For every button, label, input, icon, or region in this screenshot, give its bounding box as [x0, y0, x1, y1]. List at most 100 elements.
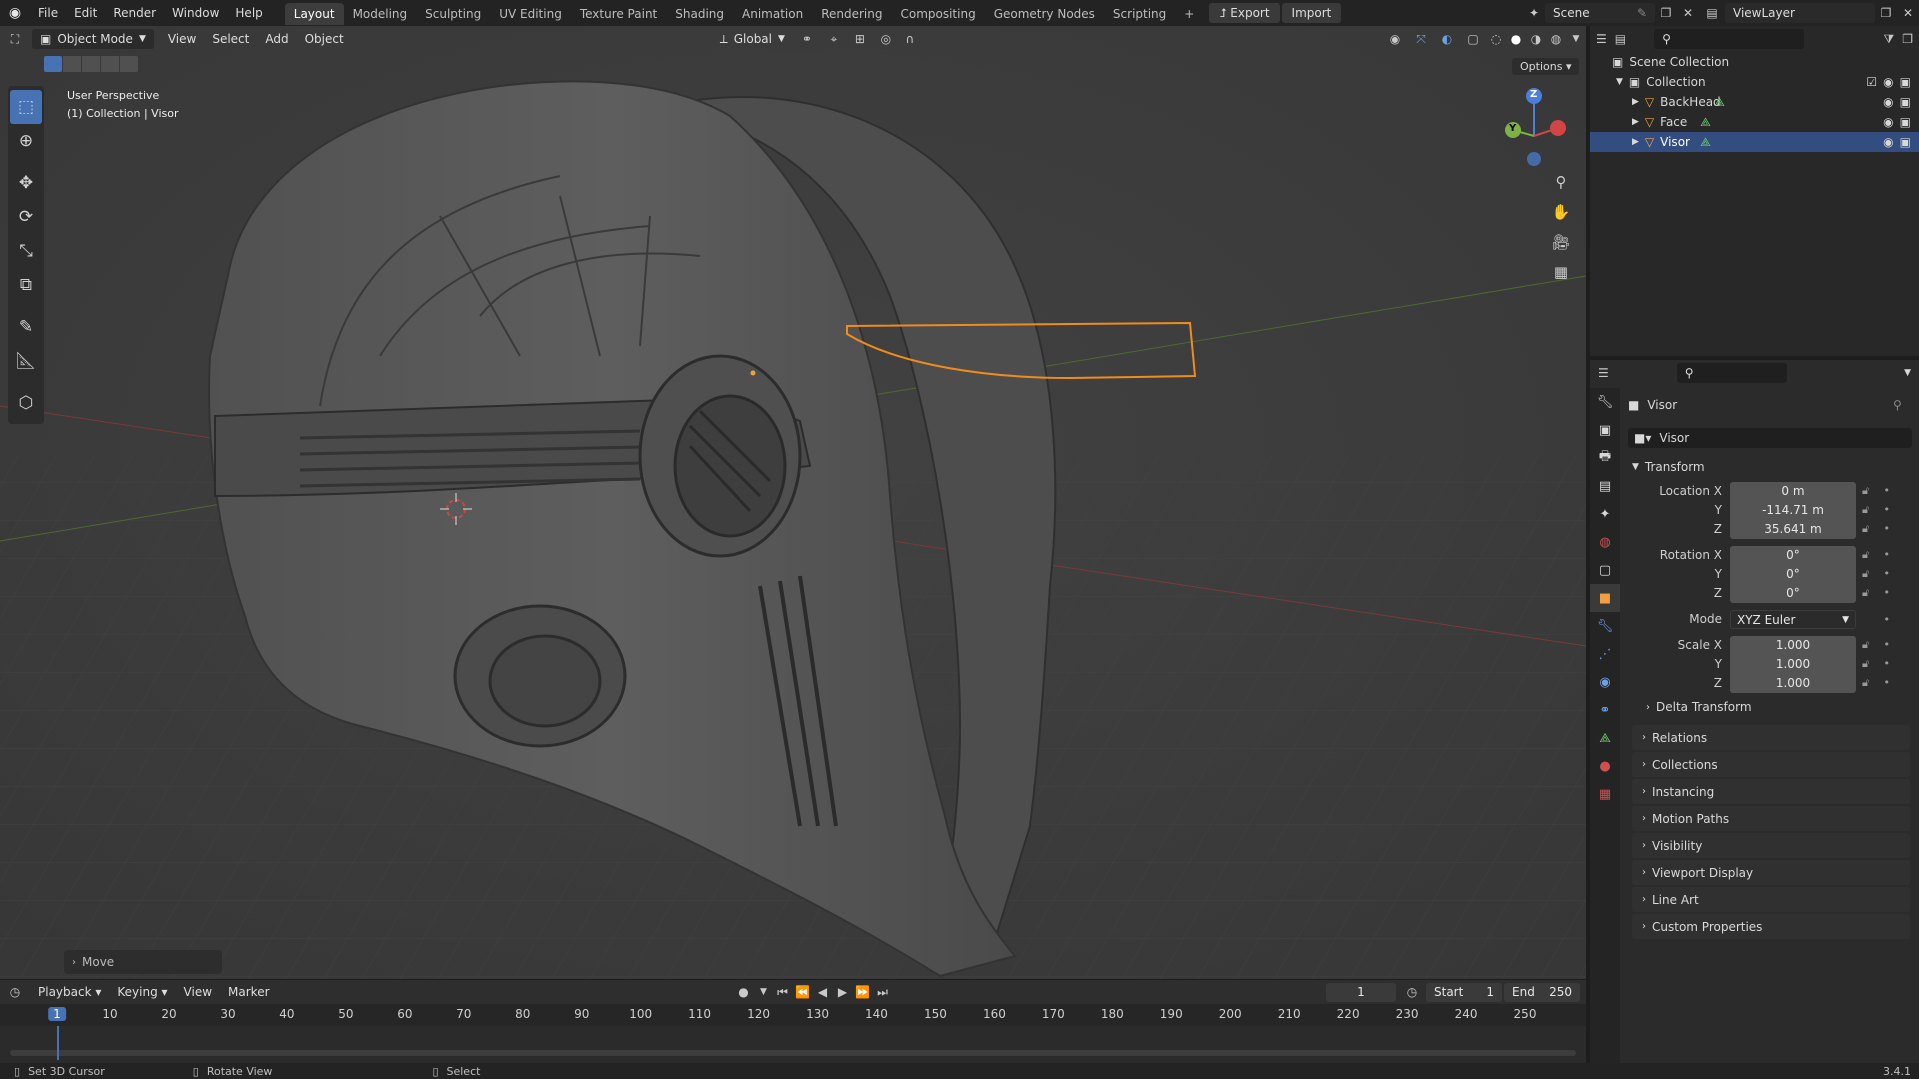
select-new-icon[interactable] [44, 56, 62, 72]
menu-file[interactable]: File [30, 0, 66, 26]
rotation-mode-dropdown[interactable]: XYZ Euler ▼ [1730, 609, 1856, 629]
pan-hand-icon[interactable]: ✋ [1548, 199, 1574, 225]
select-box-tool-icon[interactable]: ⬚ [10, 90, 42, 124]
menu-help[interactable]: Help [227, 0, 270, 26]
material-tab-icon[interactable]: ● [1590, 752, 1620, 780]
delta-transform-subpanel[interactable]: › Delta Transform [1646, 700, 1752, 714]
tab-modeling[interactable]: Modeling [344, 3, 417, 25]
eye-icon[interactable]: ◉ [1883, 115, 1893, 129]
camera-icon[interactable]: ▣ [1900, 115, 1911, 129]
view-layer-selector[interactable]: ViewLayer [1725, 3, 1875, 23]
current-frame-indicator[interactable]: 1 [48, 1007, 66, 1021]
chevron-right-icon[interactable]: ▶ [1632, 137, 1639, 147]
collections-panel[interactable]: › Collections [1632, 752, 1910, 777]
rotate-tool-icon[interactable]: ⟳ [8, 200, 44, 234]
prev-keyframe-icon[interactable]: ⏪ [793, 985, 813, 999]
start-frame-field[interactable]: Start 1 [1426, 982, 1502, 1002]
lock-icon[interactable]: 🔓︎ [1862, 586, 1869, 600]
camera-view-icon[interactable]: 🎥︎ [1548, 229, 1574, 255]
play-icon[interactable]: ▶ [833, 985, 853, 999]
next-keyframe-icon[interactable]: ⏩ [853, 985, 873, 999]
select-invert-icon[interactable] [101, 56, 119, 72]
gizmo-toggle-icon[interactable]: ⤧ [1408, 32, 1434, 47]
scale-z-field[interactable]: 1.000 [1730, 673, 1856, 693]
lock-icon[interactable]: 🔓︎ [1862, 522, 1869, 536]
keyframe-dot-icon[interactable]: • [1884, 586, 1891, 600]
keyframe-dot-icon[interactable]: • [1884, 548, 1891, 562]
keyframe-dot-icon[interactable]: • [1884, 503, 1891, 517]
add-cube-tool-icon[interactable]: ⬡ [8, 386, 44, 420]
solid-shading-icon[interactable]: ● [1506, 32, 1526, 46]
menu-window[interactable]: Window [164, 0, 227, 26]
viewport-scene[interactable] [0, 26, 1586, 979]
keyframe-dot-icon[interactable]: • [1884, 484, 1891, 498]
new-scene-icon[interactable]: ❐ [1655, 6, 1677, 20]
collection-row[interactable]: ▼ ▣ Collection ☑ ◉ ▣ [1590, 72, 1919, 92]
scene-selector[interactable]: Scene ✎ [1545, 3, 1655, 23]
eye-icon[interactable]: ◉ [1883, 75, 1893, 89]
material-shading-icon[interactable]: ◑ [1526, 32, 1546, 46]
menu-edit[interactable]: Edit [66, 0, 105, 26]
shading-options-icon[interactable]: ▼ [1566, 34, 1586, 44]
timeline-scrollbar[interactable] [10, 1050, 1576, 1056]
scene-icon[interactable]: ✦ [1523, 6, 1545, 20]
output-tab-icon[interactable]: 🖶︎ [1590, 444, 1620, 472]
tab-geometry-nodes[interactable]: Geometry Nodes [985, 3, 1104, 25]
pivot-icon[interactable]: ⚭ [793, 32, 821, 46]
keyframe-dot-icon[interactable]: • [1884, 657, 1891, 671]
tab-shading[interactable]: Shading [666, 3, 733, 25]
lock-icon[interactable]: 🔓︎ [1862, 676, 1869, 690]
tab-rendering[interactable]: Rendering [812, 3, 891, 25]
transform-orientation-selector[interactable]: ⟂ Global ▼ [712, 29, 793, 49]
keyframe-dot-icon[interactable]: • [1884, 638, 1891, 652]
xray-icon[interactable]: ▢ [1460, 32, 1486, 46]
current-frame-field[interactable]: 1 [1326, 982, 1396, 1002]
menu-add[interactable]: Add [257, 32, 296, 46]
scale-x-field[interactable]: 1.000 [1730, 635, 1856, 655]
record-icon[interactable]: ● [733, 985, 755, 999]
object-name-field[interactable]: ■▾ Visor [1628, 428, 1912, 448]
motion-paths-panel[interactable]: › Motion Paths [1632, 806, 1910, 831]
lock-icon[interactable]: 🔓︎ [1862, 657, 1869, 671]
eye-icon[interactable]: ◉ [1883, 135, 1893, 149]
blender-logo-icon[interactable]: ◉ [0, 5, 30, 21]
proportional-edit-icon[interactable]: ◎ [873, 32, 899, 46]
custom-properties-panel[interactable]: › Custom Properties [1632, 914, 1910, 939]
line-art-panel[interactable]: › Line Art [1632, 887, 1910, 912]
location-x-field[interactable]: 0 m [1730, 481, 1856, 501]
transform-tool-icon[interactable]: ⧉ [8, 268, 44, 302]
import-button[interactable]: Import [1281, 3, 1342, 23]
menu-keying[interactable]: Keying ▾ [109, 985, 175, 999]
add-workspace-button[interactable]: + [1175, 3, 1203, 25]
move-tool-icon[interactable]: ✥ [8, 166, 44, 200]
annotate-tool-icon[interactable]: ✎ [8, 310, 44, 344]
chevron-down-icon[interactable]: ▼ [755, 987, 773, 997]
keyframe-dot-icon[interactable]: • [1884, 522, 1891, 536]
lock-icon[interactable]: 🔓︎ [1862, 548, 1869, 562]
visibility-panel[interactable]: › Visibility [1632, 833, 1910, 858]
menu-marker[interactable]: Marker [220, 985, 277, 999]
viewport-display-panel[interactable]: › Viewport Display [1632, 860, 1910, 885]
measure-tool-icon[interactable]: 📐︎ [8, 344, 44, 378]
end-frame-field[interactable]: End 250 [1504, 982, 1580, 1002]
location-y-field[interactable]: -114.71 m [1730, 500, 1856, 520]
play-reverse-icon[interactable]: ◀ [813, 985, 833, 999]
delete-scene-icon[interactable]: ✕ [1677, 6, 1699, 20]
menu-view[interactable]: View [160, 32, 204, 46]
render-tab-icon[interactable]: ▣ [1590, 416, 1620, 444]
eye-icon[interactable]: ◉ [1883, 95, 1893, 109]
delete-view-layer-icon[interactable]: ✕ [1897, 6, 1919, 20]
rendered-shading-icon[interactable]: ◍ [1546, 32, 1566, 46]
visibility-icon[interactable]: ◉ [1382, 32, 1408, 46]
zoom-icon[interactable]: ⚲ [1548, 169, 1574, 195]
display-mode-icon[interactable]: ▤ [1615, 32, 1626, 46]
overlay-toggle-icon[interactable]: ◐ [1434, 32, 1460, 46]
snap-icon[interactable]: ⌖ [821, 32, 847, 47]
lock-icon[interactable]: 🔓︎ [1862, 638, 1869, 652]
clock-icon[interactable]: ◷ [1402, 985, 1422, 999]
tab-uv-editing[interactable]: UV Editing [490, 3, 571, 25]
last-operator-panel[interactable]: › Move [64, 950, 222, 974]
tab-scripting[interactable]: Scripting [1104, 3, 1175, 25]
rotation-x-field[interactable]: 0° [1730, 545, 1856, 565]
chevron-right-icon[interactable]: ▶ [1632, 117, 1639, 127]
